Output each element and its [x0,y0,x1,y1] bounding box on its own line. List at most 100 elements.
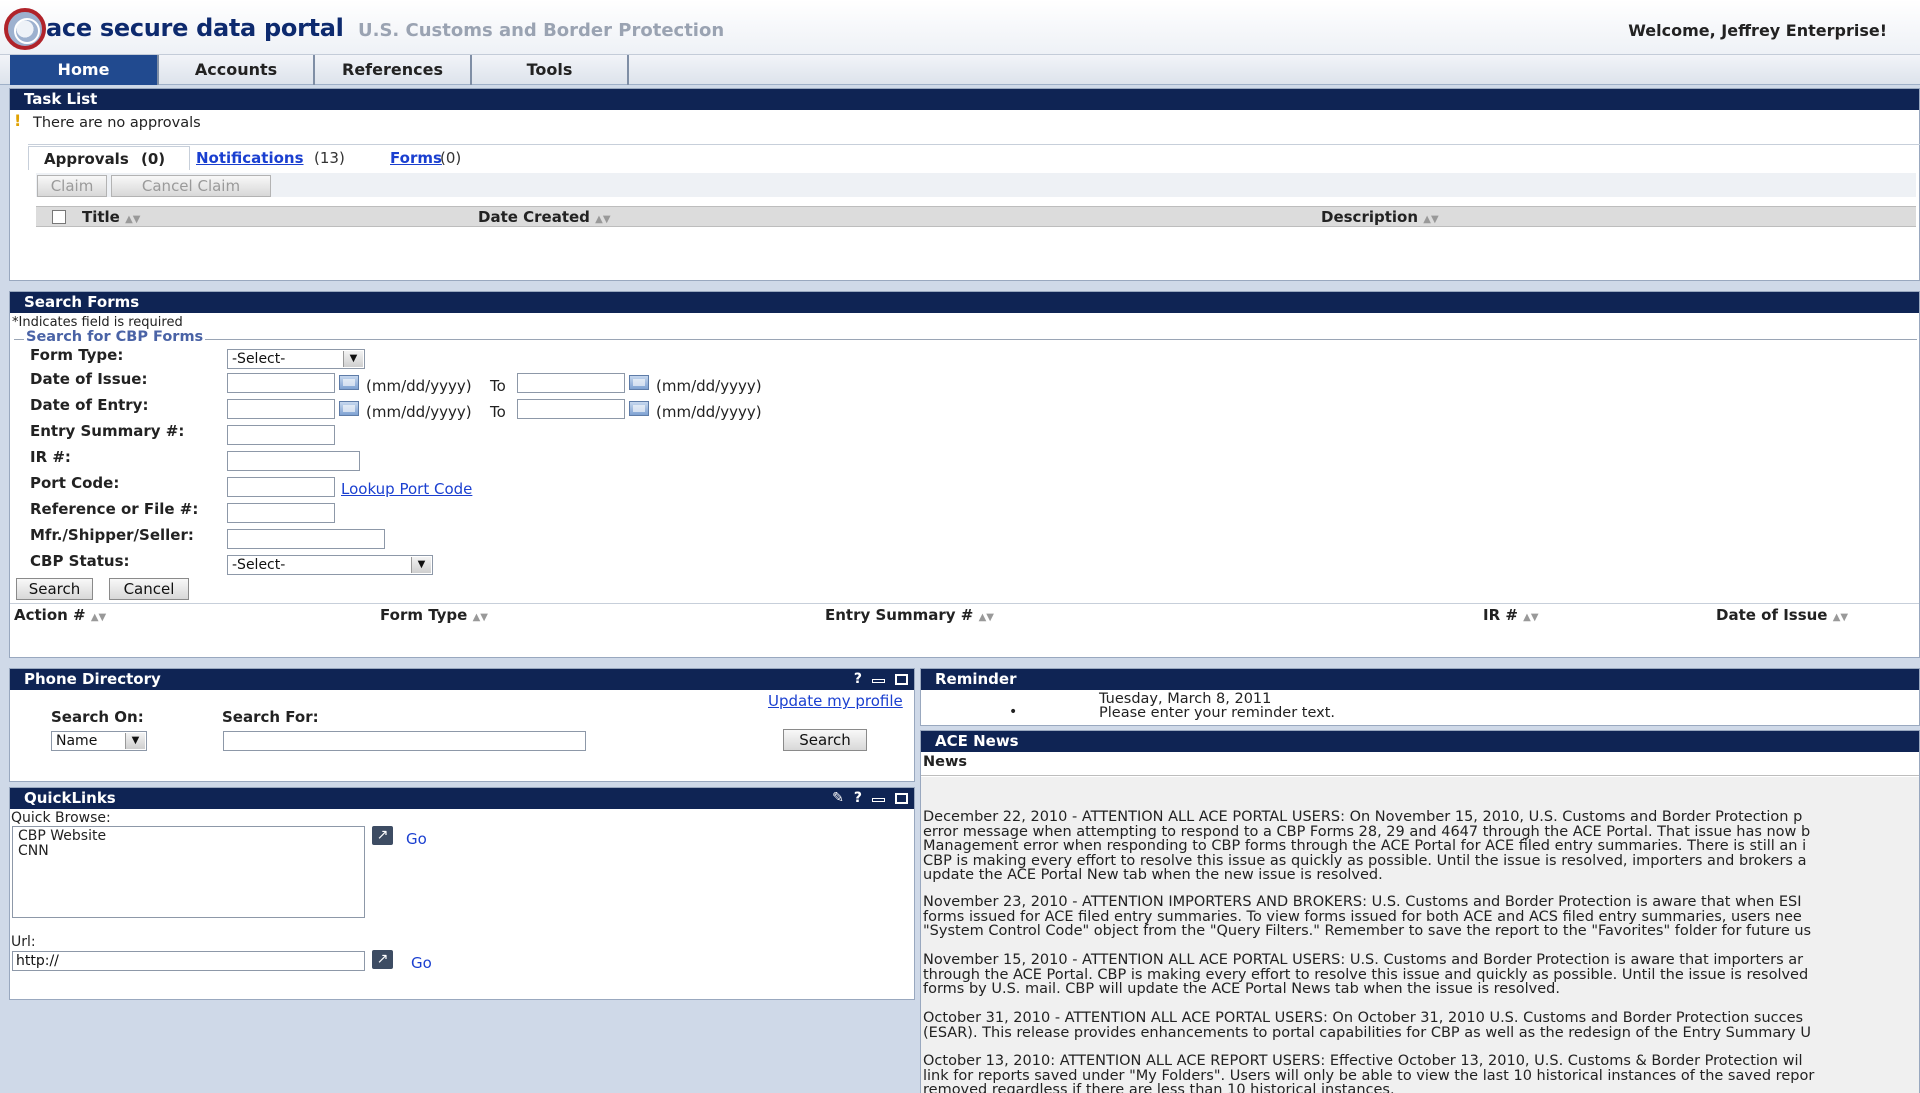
form-type-label: Form Type: [30,346,124,364]
tab-notifications-count: (13) [314,149,345,167]
news-body: December 22, 2010 - ATTENTION ALL ACE PO… [921,777,1919,1093]
mfr-input[interactable] [227,529,385,549]
to-label: To [490,403,506,421]
reference-label: Reference or File #: [30,500,199,518]
tab-approvals[interactable]: Approvals (0) [28,146,190,170]
sort-icon: ▲▼ [1423,214,1439,225]
portal-header: ace secure data portal U.S. Customs and … [0,0,1920,55]
minimize-icon[interactable] [872,679,885,683]
list-item[interactable]: CBP Website [18,828,106,844]
date-of-entry-to-input[interactable] [517,399,625,419]
dropdown-arrow-icon: ▼ [343,351,363,367]
port-code-input[interactable] [227,477,335,497]
reference-input[interactable] [227,503,335,523]
ir-input[interactable] [227,451,360,471]
claim-button[interactable]: Claim [37,175,107,197]
sort-icon: ▲▼ [472,612,488,623]
date-of-entry-from-input[interactable] [227,399,335,419]
entry-summary-input[interactable] [227,425,335,445]
date-of-issue-to-input[interactable] [517,373,625,393]
cancel-button[interactable]: Cancel [109,578,189,600]
tab-forms-count: (0) [440,149,462,167]
reminder-bullet: • [1009,704,1018,720]
help-icon[interactable]: ? [854,669,862,690]
news-item: October 31, 2010 - ATTENTION ALL ACE POR… [923,1011,1811,1041]
column-action[interactable]: Action # ▲▼ [14,606,106,624]
sort-icon: ▲▼ [125,214,141,225]
sort-icon: ▲▼ [1523,612,1539,623]
select-all-checkbox[interactable] [52,210,66,224]
search-button[interactable]: Search [16,578,93,600]
list-item[interactable]: CNN [18,843,49,859]
maximize-icon[interactable] [895,793,908,804]
mfr-label: Mfr./Shipper/Seller: [30,526,194,544]
task-grid-header: Title ▲▼ Date Created ▲▼ Description ▲▼ [36,206,1916,227]
column-entry-summary[interactable]: Entry Summary # ▲▼ [825,606,994,624]
sort-icon: ▲▼ [978,612,994,623]
no-approvals-message: There are no approvals [33,115,201,131]
nav-tab-tools[interactable]: Tools [472,55,629,85]
tab-approvals-label: Approvals [44,150,129,168]
column-date-created[interactable]: Date Created ▲▼ [478,208,611,226]
phone-search-input[interactable] [223,731,586,751]
calendar-icon[interactable] [629,401,649,416]
search-forms-title: Search Forms [10,292,1919,313]
ace-logo-icon [4,8,46,50]
phone-search-button[interactable]: Search [783,729,867,751]
search-forms-panel: Search Forms *Indicates field is require… [9,291,1920,658]
news-item: November 23, 2010 - ATTENTION IMPORTERS … [923,895,1812,939]
column-date-of-issue[interactable]: Date of Issue ▲▼ [1716,606,1848,624]
tab-approvals-count: (0) [141,150,166,168]
news-item: December 22, 2010 - ATTENTION ALL ACE PO… [923,810,1811,883]
lookup-port-code-link[interactable]: Lookup Port Code [341,480,472,498]
date-format-hint: (mm/dd/yyyy) [656,403,762,421]
help-icon[interactable]: ? [854,788,862,809]
warning-icon: ! [14,111,22,130]
date-format-hint: (mm/dd/yyyy) [366,403,472,421]
fieldset-border [14,339,1917,340]
date-of-issue-label: Date of Issue: [30,370,148,388]
go-arrow-icon[interactable]: ↗ [372,826,393,845]
task-toolbar [36,173,1916,197]
search-for-label: Search For: [222,708,319,726]
go-link[interactable]: Go [411,954,432,972]
column-description[interactable]: Description ▲▼ [1321,208,1439,226]
cancel-claim-button[interactable]: Cancel Claim [111,175,271,197]
reminder-title: Reminder [921,669,1919,690]
minimize-icon[interactable] [872,798,885,802]
cbp-status-label: CBP Status: [30,552,130,570]
dropdown-arrow-icon: ▼ [125,733,145,749]
quicklinks-panel: QuickLinks ✎ ? Quick Browse: CBP Website… [9,787,915,1000]
cbp-status-select[interactable]: -Select- ▼ [227,555,433,575]
to-label: To [490,377,506,395]
calendar-icon[interactable] [339,401,359,416]
calendar-icon[interactable] [629,375,649,390]
ace-news-panel: ACE News News December 22, 2010 - ATTENT… [920,730,1920,1093]
nav-tab-accounts[interactable]: Accounts [159,55,315,85]
nav-tab-references[interactable]: References [315,55,472,85]
quick-browse-list[interactable]: CBP Website CNN [12,826,365,918]
maximize-icon[interactable] [895,674,908,685]
form-type-select[interactable]: -Select- ▼ [227,349,365,369]
date-of-issue-from-input[interactable] [227,373,335,393]
url-label: Url: [11,934,36,950]
go-link[interactable]: Go [406,830,427,848]
search-on-select[interactable]: Name ▼ [51,731,147,751]
tab-forms[interactable]: Forms [390,149,442,167]
date-format-hint: (mm/dd/yyyy) [366,377,472,395]
calendar-icon[interactable] [339,375,359,390]
quick-browse-label: Quick Browse: [11,810,111,826]
go-arrow-icon[interactable]: ↗ [372,950,393,969]
url-input[interactable]: http:// [12,951,365,971]
column-ir[interactable]: IR # ▲▼ [1483,606,1539,624]
phone-directory-panel: Phone Directory ? Update my profile Sear… [9,668,915,782]
required-note: *Indicates field is required [12,315,183,330]
tab-notifications[interactable]: Notifications [196,149,304,167]
nav-tab-home[interactable]: Home [10,55,159,85]
column-title[interactable]: Title ▲▼ [82,208,140,226]
edit-icon[interactable]: ✎ [832,788,844,809]
results-grid-header: Action # ▲▼ Form Type ▲▼ Entry Summary #… [10,605,1919,626]
column-form-type[interactable]: Form Type ▲▼ [380,606,488,624]
entry-summary-label: Entry Summary #: [30,422,185,440]
update-profile-link[interactable]: Update my profile [768,692,903,710]
